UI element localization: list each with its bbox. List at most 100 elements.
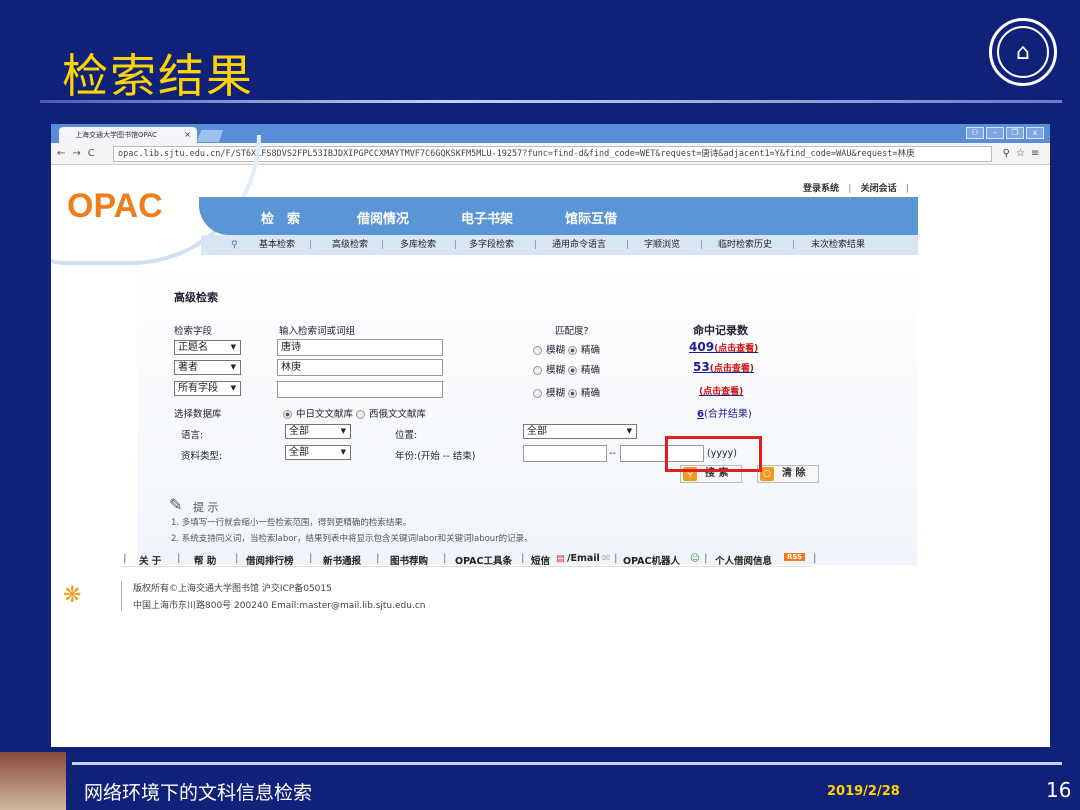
nav-borrow-status[interactable]: 借阅情况 bbox=[357, 208, 409, 227]
magnifier-icon: ⚲ bbox=[231, 240, 238, 250]
type-label: 资料类型: bbox=[181, 451, 223, 462]
subnav-command-language[interactable]: 通用命令语言 bbox=[552, 235, 606, 255]
rss-icon[interactable]: RSS bbox=[784, 553, 806, 561]
type-select[interactable]: 全部 ▼ bbox=[285, 445, 351, 460]
login-link[interactable]: 登录系统 bbox=[803, 184, 839, 194]
mail-icon: ✉ bbox=[602, 553, 610, 564]
hits-note-2: (点击查看) bbox=[709, 364, 754, 374]
exact-radio-3[interactable] bbox=[568, 389, 578, 398]
minimize-button[interactable]: – bbox=[986, 127, 1004, 139]
main-nav: 检 索 借阅情况 电子书架 馆际互借 bbox=[199, 197, 918, 235]
fuzzy-label-1: 模糊 bbox=[546, 345, 566, 356]
year-start-input[interactable] bbox=[523, 445, 607, 462]
hits-note-1: (点击查看) bbox=[714, 344, 759, 354]
hits-link-1[interactable]: 409(点击查看) bbox=[689, 340, 758, 354]
subnav-basic-search[interactable]: 基本检索 bbox=[259, 235, 295, 255]
subnav-advanced-search[interactable]: 高级检索 bbox=[332, 235, 368, 255]
fuzzy-label-2: 模糊 bbox=[546, 365, 566, 376]
footer-toolbar[interactable]: OPAC工具条 bbox=[455, 553, 512, 567]
opac-logo[interactable]: OPAC bbox=[67, 187, 163, 226]
fuzzy-label-3: 模糊 bbox=[546, 388, 566, 399]
tip-line-2: 2. 系统支持同义词，当检索labor，结果列表中将显示包含关键词labor和关… bbox=[171, 534, 533, 544]
footer-recommend[interactable]: 图书荐购 bbox=[390, 553, 428, 567]
field-select-3[interactable]: 所有字段 ▼ bbox=[174, 381, 241, 396]
menu-icon[interactable]: ≡ bbox=[1031, 148, 1039, 159]
db-cn-radio[interactable] bbox=[283, 410, 292, 419]
hits-link-2[interactable]: 53(点击查看) bbox=[693, 360, 754, 374]
exact-label-1: 精确 bbox=[581, 345, 601, 356]
field-select-1[interactable]: 正题名 ▼ bbox=[174, 340, 241, 355]
merge-result-link[interactable]: 6(合并结果) bbox=[697, 405, 752, 420]
footer-help[interactable]: 帮 助 bbox=[194, 553, 216, 567]
close-session-link[interactable]: 关闭会话 bbox=[861, 184, 897, 194]
type-select-value: 全部 bbox=[289, 447, 309, 458]
tips-title: 提 示 bbox=[193, 501, 219, 514]
merge-label: (合并结果) bbox=[703, 409, 752, 420]
nav-search[interactable]: 检 索 bbox=[261, 208, 300, 227]
merge-count: 6 bbox=[697, 409, 704, 420]
lang-label: 语言: bbox=[181, 430, 204, 441]
exact-radio-1[interactable] bbox=[568, 346, 578, 355]
subnav-multi-db-search[interactable]: 多库检索 bbox=[400, 235, 436, 255]
footer-about[interactable]: 关 于 bbox=[139, 553, 161, 567]
hits-count-1: 409 bbox=[689, 340, 715, 354]
fuzzy-radio-3[interactable] bbox=[533, 389, 542, 398]
field-select-2[interactable]: 著者 ▼ bbox=[174, 360, 241, 375]
footer-date: 2019/2/28 bbox=[827, 784, 900, 799]
footer-personal[interactable]: 个人借阅信息 bbox=[715, 553, 772, 567]
clear-button[interactable]: ○ 清 除 bbox=[757, 465, 819, 483]
col-input-header: 输入检索词或词组 bbox=[279, 326, 356, 337]
chevron-down-icon: ▼ bbox=[230, 343, 236, 351]
search-term-input-2[interactable]: 林庚 bbox=[277, 359, 443, 376]
db-west-label: 西俄文文献库 bbox=[369, 409, 427, 420]
location-select-value: 全部 bbox=[527, 426, 547, 437]
search-term-input-1[interactable]: 唐诗 bbox=[277, 339, 443, 356]
location-select[interactable]: 全部 ▼ bbox=[523, 424, 637, 439]
opac-page: OPAC 登录系统 | 关闭会话 | 检 索 借阅情况 电子书架 馆际互借 ⚲ … bbox=[51, 135, 1050, 747]
footer-top-borrowed[interactable]: 借阅排行榜 bbox=[246, 553, 294, 567]
user-icon[interactable]: ⚇ bbox=[966, 127, 984, 139]
bookmark-star-icon[interactable]: ☆ bbox=[1016, 148, 1025, 159]
university-seal-logo: ⌂ bbox=[989, 18, 1057, 86]
close-window-button[interactable]: x bbox=[1026, 127, 1044, 139]
clear-icon: ○ bbox=[760, 467, 774, 481]
fuzzy-radio-2[interactable] bbox=[533, 366, 542, 375]
field-select-3-value: 所有字段 bbox=[178, 383, 218, 394]
nav-interlibrary-loan[interactable]: 馆际互借 bbox=[565, 208, 617, 227]
library-logo-icon: ❋ bbox=[63, 583, 82, 608]
subnav-browse[interactable]: 字顺浏览 bbox=[644, 235, 680, 255]
title-divider bbox=[40, 100, 1062, 103]
window-controls: ⚇ – ❐ x bbox=[966, 127, 1044, 139]
exact-radio-2[interactable] bbox=[568, 366, 578, 375]
db-cn-label: 中日文文献库 bbox=[296, 409, 354, 420]
subnav-search-history[interactable]: 临时检索历史 bbox=[718, 235, 772, 255]
lang-select[interactable]: 全部 ▼ bbox=[285, 424, 351, 439]
campus-photo bbox=[0, 752, 66, 810]
footer-sms[interactable]: 短信 bbox=[531, 553, 550, 567]
slide-title: 检索结果 bbox=[62, 49, 254, 103]
chevron-down-icon: ▼ bbox=[230, 363, 236, 371]
nav-ebook-shelf[interactable]: 电子书架 bbox=[461, 208, 513, 227]
footer-new-books[interactable]: 新书通报 bbox=[323, 553, 361, 567]
fuzzy-radio-1[interactable] bbox=[533, 346, 542, 355]
db-west-radio[interactable] bbox=[356, 410, 366, 419]
location-label: 位置: bbox=[395, 430, 418, 441]
year-label: 年份:(开始 -- 结束) bbox=[395, 451, 476, 462]
db-label: 选择数据库 bbox=[174, 409, 222, 420]
clear-button-label: 清 除 bbox=[782, 468, 806, 479]
zoom-icon[interactable]: ⚲ bbox=[1003, 148, 1010, 159]
page-number: 16 bbox=[1046, 778, 1072, 802]
subnav-last-results[interactable]: 末次检索结果 bbox=[811, 235, 865, 255]
restore-button[interactable]: ❐ bbox=[1006, 127, 1024, 139]
footer-robot[interactable]: OPAC机器人 bbox=[623, 553, 680, 567]
db-options: 中日文文献库 西俄文文献库 bbox=[283, 406, 426, 420]
lang-select-value: 全部 bbox=[289, 426, 309, 437]
subnav-multi-field-search[interactable]: 多字段检索 bbox=[469, 235, 514, 255]
tip-line-1: 1. 多填写一行就会缩小一些检索范围，得到更精确的检索结果。 bbox=[171, 518, 412, 528]
hits-link-3[interactable]: (点击查看) bbox=[699, 383, 743, 397]
highlight-box bbox=[665, 436, 762, 472]
search-term-input-3[interactable] bbox=[277, 381, 443, 398]
footer-title: 网络环境下的文科信息检索 bbox=[84, 782, 313, 804]
footer-email[interactable]: /Email bbox=[567, 553, 600, 564]
form-heading: 高级检索 bbox=[174, 291, 218, 304]
